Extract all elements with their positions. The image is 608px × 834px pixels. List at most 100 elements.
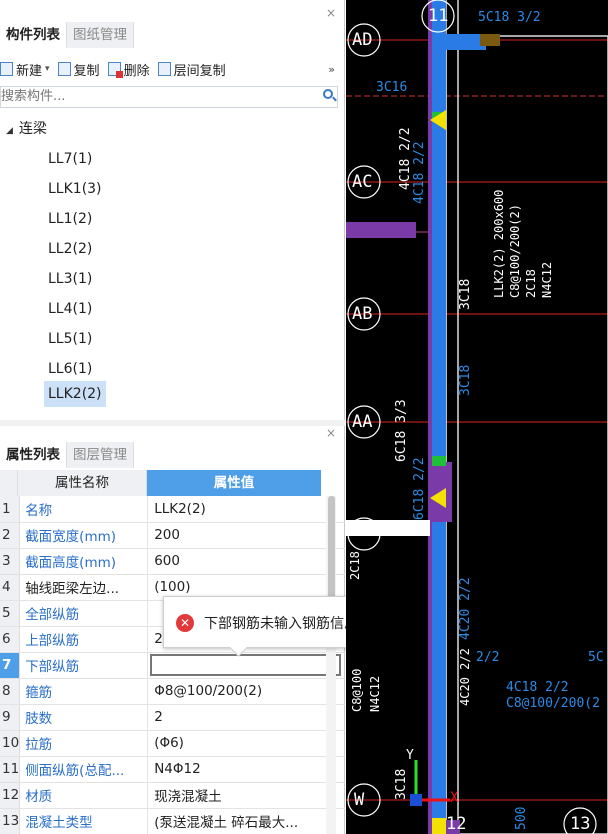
table-row[interactable]: 1 名称 LLK2(2) (0, 496, 345, 523)
tab-drawing-management[interactable]: 图纸管理 (67, 22, 134, 48)
table-row[interactable]: 3 截面高度(mm) 600 (0, 548, 345, 575)
rebar-label-left-1: C8@100 (350, 668, 364, 712)
floor-copy-button[interactable]: 层间复制 (157, 60, 226, 79)
table-row[interactable]: 13 混凝土类型 (泵送混凝土 碎石最大... (0, 808, 345, 834)
property-name: 拉筋 (19, 730, 149, 757)
axis-label-w: W (354, 790, 365, 810)
component-panel-close-icon[interactable]: × (326, 6, 336, 20)
rebar-label-5c: 5C (588, 650, 604, 665)
property-value[interactable]: 现浇混凝土 (147, 782, 345, 809)
search-placeholder: 搜索构件... (1, 89, 66, 104)
floor-copy-icon (157, 62, 171, 76)
property-panel-close-icon[interactable]: × (326, 426, 336, 440)
rebar-label-3c16: 3C16 (376, 80, 408, 95)
row-number: 2 (0, 522, 21, 549)
component-tabs: 构件列表 图纸管理 (0, 22, 134, 48)
copy-button[interactable]: 复制 (57, 60, 100, 79)
list-item[interactable]: LL7(1) (44, 146, 96, 172)
error-icon: ✕ (176, 614, 194, 632)
dropdown-arrow-icon[interactable]: ▾ (45, 64, 50, 74)
table-row[interactable]: 10 拉筋 (Φ6) (0, 730, 345, 757)
overflow-chevron-icon[interactable]: » (328, 63, 335, 76)
property-value[interactable]: (泵送混凝土 碎石最大... (147, 808, 345, 834)
beam-top-end (480, 34, 500, 46)
property-tabs: 属性列表 图层管理 (0, 442, 134, 468)
rebar-label-v2: 4C18 2/2 (412, 141, 427, 204)
cad-canvas[interactable]: AD AC AB AA W 11 12 13 5C18 3/2 3C16 4C1… (346, 0, 608, 834)
property-name: 全部纵筋 (19, 600, 149, 627)
beam-label-stirrup: C8@100/200(2) (508, 204, 522, 298)
rebar-label-v4: 6C18 2/2 (412, 457, 427, 520)
rebar-label-v3: 6C18 3/3 (394, 399, 409, 462)
property-value[interactable]: N4Φ12 (147, 756, 345, 783)
collapse-triangle-icon[interactable]: ◢ (6, 126, 13, 136)
table-row[interactable]: 2 截面宽度(mm) 200 (0, 522, 345, 549)
marker-green-2 (432, 456, 446, 466)
search-input[interactable]: 搜索构件... (0, 86, 338, 108)
table-row[interactable]: 9 肢数 2 (0, 704, 345, 731)
property-name: 名称 (19, 496, 149, 523)
property-value[interactable]: 2 (147, 704, 345, 731)
table-row-selected[interactable]: 7 下部纵筋 (0, 652, 345, 679)
property-value[interactable]: Φ8@100/200(2) (147, 678, 345, 705)
lower-rebar-input[interactable] (150, 654, 341, 676)
list-item[interactable]: LL1(2) (44, 206, 96, 232)
property-name: 混凝土类型 (19, 808, 149, 834)
error-message: 下部钢筋未输入钢筋信息 (204, 616, 358, 632)
row-number: 1 (0, 496, 21, 523)
row-number-header (0, 470, 18, 496)
property-value[interactable]: 600 (147, 548, 345, 575)
property-value[interactable]: 200 (147, 522, 345, 549)
tree-category[interactable]: ◢ 连梁 (0, 116, 345, 142)
row-number: 12 (0, 782, 21, 809)
left-panel: × 构件列表 图纸管理 新建 ▾ 复制 删除 层间复制 » 搜索构件... ◢ 连梁… (0, 0, 345, 834)
property-name: 下部纵筋 (19, 652, 149, 679)
beam-left-white (346, 520, 430, 536)
rebar-label-v6: 4C20 2/2 (458, 577, 473, 640)
rebar-label-top: 5C18 3/2 (478, 10, 541, 25)
property-name: 截面高度(mm) (19, 548, 149, 575)
property-value[interactable]: LLK2(2) (147, 496, 345, 523)
copy-icon (57, 62, 71, 76)
property-value-cell (147, 652, 345, 679)
property-name: 箍筋 (19, 678, 149, 705)
property-name: 截面宽度(mm) (19, 522, 149, 549)
property-name: 轴线距梁左边... (19, 574, 149, 601)
origin-marker (410, 794, 422, 806)
property-value-header: 属性值 (147, 470, 321, 496)
row-number: 9 (0, 704, 21, 731)
axis-label-aa: AA (352, 412, 373, 432)
rebar-label-3c18-b: 3C18 (458, 364, 473, 396)
property-name: 上部纵筋 (19, 626, 149, 653)
list-item[interactable]: LL5(1) (44, 326, 96, 352)
list-item[interactable]: LL4(1) (44, 296, 96, 322)
tab-property-list[interactable]: 属性列表 (0, 442, 67, 468)
table-row[interactable]: 12 材质 现浇混凝土 (0, 782, 345, 809)
axis-label-12: 12 (446, 814, 467, 834)
delete-button[interactable]: 删除 (107, 60, 150, 79)
list-item[interactable]: LL3(1) (44, 266, 96, 292)
panel-divider[interactable] (0, 420, 345, 426)
rebar-label-3c18-a: 3C18 (458, 278, 473, 310)
new-button[interactable]: 新建 ▾ (0, 60, 50, 79)
property-scrollbar-thumb[interactable] (328, 496, 335, 606)
axis-label-ad: AD (352, 30, 373, 50)
search-icon[interactable] (323, 89, 333, 99)
y-axis-label: Y (406, 748, 414, 763)
tab-component-list[interactable]: 构件列表 (0, 22, 67, 48)
table-row[interactable]: 11 侧面纵筋(总配... N4Φ12 (0, 756, 345, 783)
list-item[interactable]: LL6(1) (44, 356, 96, 382)
rebar-label-v8: 4C20 2/2 (458, 648, 472, 706)
list-item[interactable]: LL2(2) (44, 236, 96, 262)
beam-label-top-rebar: 2C18 (524, 269, 538, 298)
row-number: 4 (0, 574, 21, 601)
marker-yellow-3 (432, 818, 446, 834)
tab-layer-management[interactable]: 图层管理 (67, 442, 134, 468)
list-item-selected[interactable]: LLK2(2) (44, 381, 106, 407)
list-item[interactable]: LLK1(3) (44, 176, 106, 202)
property-value[interactable]: (Φ6) (147, 730, 345, 757)
rebar-label-v1: 4C18 2/2 (398, 127, 413, 190)
dimension-500: 500 (514, 806, 529, 830)
table-row[interactable]: 8 箍筋 Φ8@100/200(2) (0, 678, 345, 705)
property-table: 1 名称 LLK2(2) 2 截面宽度(mm) 200 3 截面高度(mm) 600 4 轴线… (0, 496, 345, 834)
